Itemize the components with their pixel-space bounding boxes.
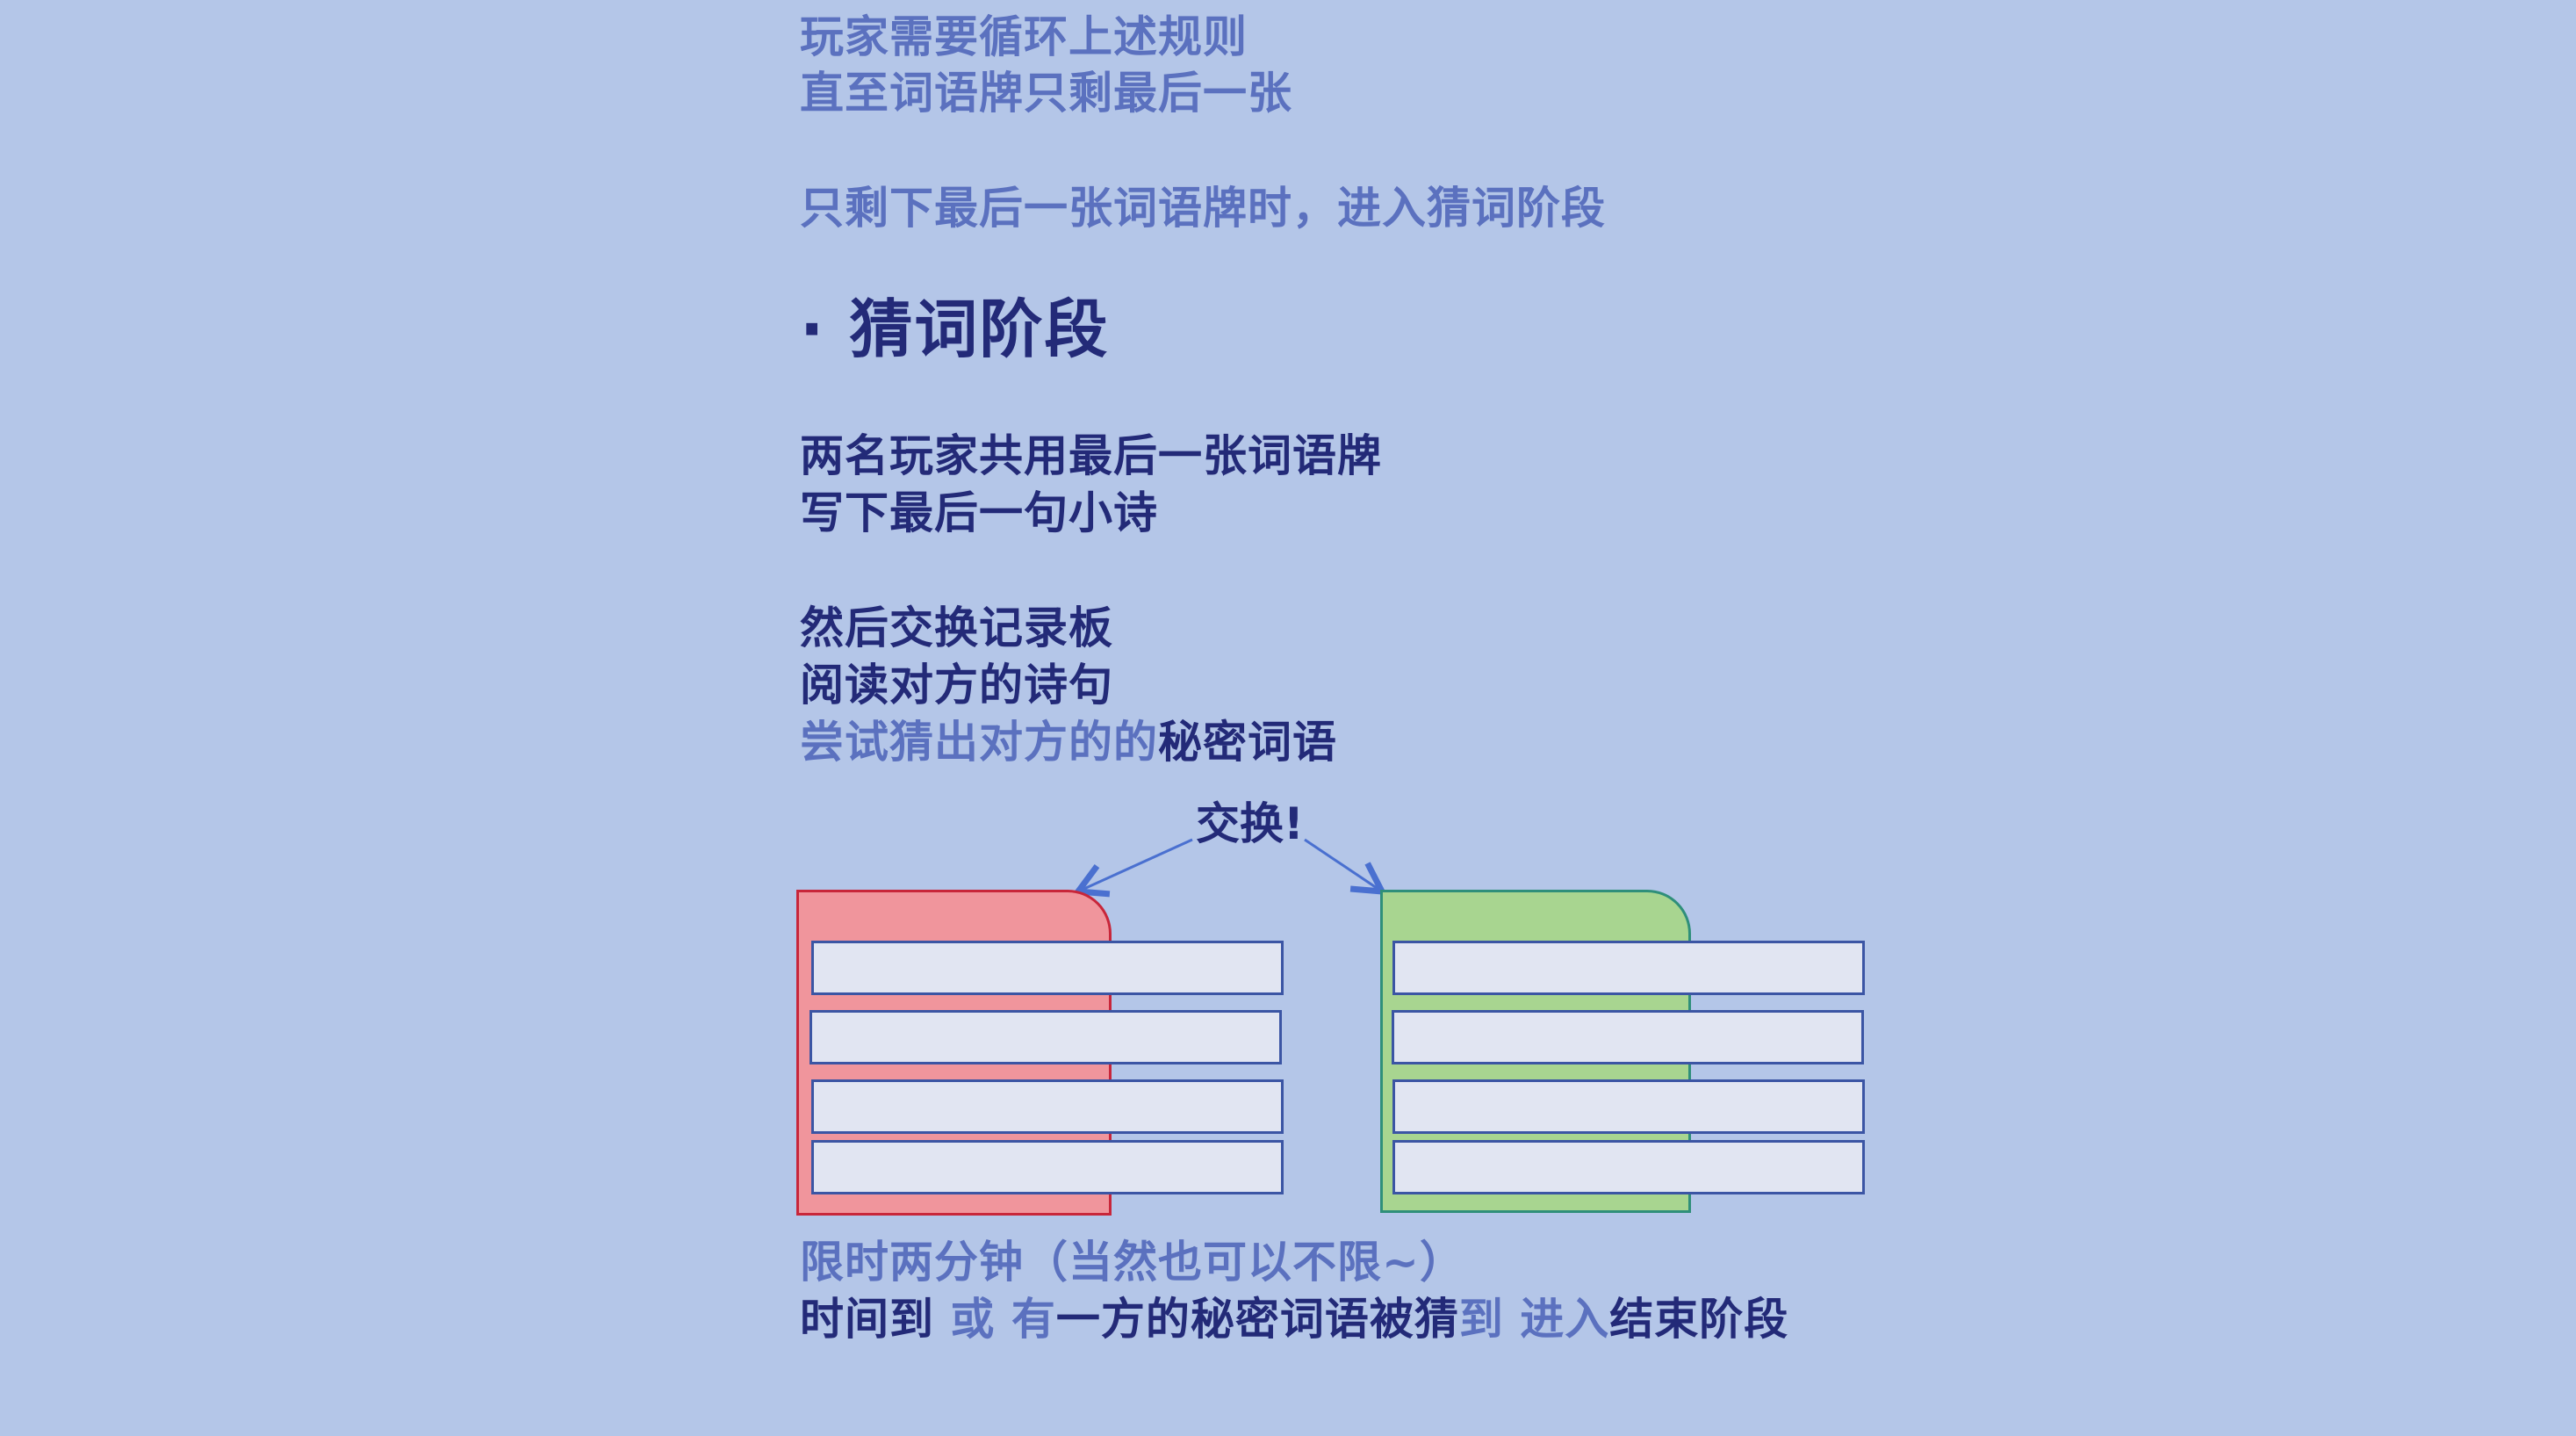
red-board-line-3	[811, 1079, 1284, 1134]
end-seg-5: 结束阶段	[1609, 1294, 1789, 1345]
end-seg-3: 一方的秘密词语被猜	[1055, 1294, 1459, 1345]
time-limit-line: 限时两分钟（当然也可以不限~）	[800, 1237, 1464, 1288]
game-rules-page: 玩家需要循环上述规则 直至词语牌只剩最后一张 只剩下最后一张词语牌时，进入猜词阶…	[0, 0, 2576, 1436]
red-board-line-2	[809, 1010, 1282, 1064]
green-board-line-1	[1392, 941, 1865, 995]
end-seg-1: 时间到	[800, 1294, 951, 1345]
end-condition-line: 时间到 或 有一方的秘密词语被猜到 进入结束阶段	[800, 1291, 1788, 1347]
arrow-to-red-board	[1078, 838, 1193, 891]
exchange-arrows	[0, 838, 2576, 1436]
green-board-line-4	[1392, 1140, 1865, 1194]
end-seg-4: 到 进入	[1458, 1294, 1610, 1345]
green-board-line-3	[1392, 1079, 1865, 1134]
red-board-line-1	[811, 941, 1284, 995]
red-board-line-4	[811, 1140, 1284, 1194]
end-seg-2: 或 有	[950, 1294, 1056, 1345]
green-board-line-2	[1392, 1010, 1864, 1064]
arrow-to-green-board	[1304, 838, 1382, 891]
